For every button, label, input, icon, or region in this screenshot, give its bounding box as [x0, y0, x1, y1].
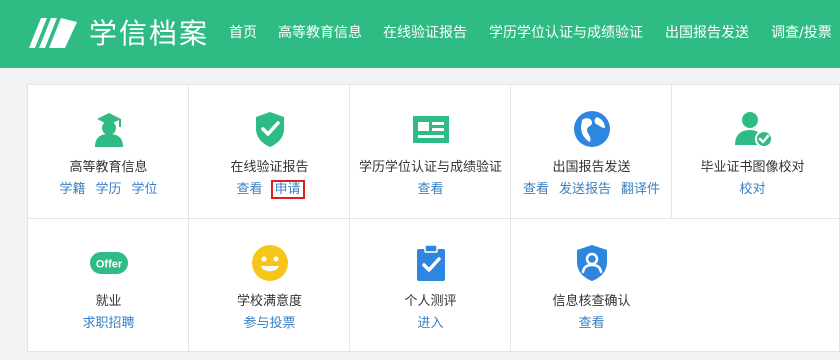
card-links: 查看 — [350, 181, 511, 199]
link-view[interactable]: 查看 — [236, 182, 262, 197]
card-links: 查看 发送报告 翻译件 — [511, 181, 672, 199]
id-card-icon — [412, 116, 449, 143]
top-header: 学信档案 首页 高等教育信息 在线验证报告 学历学位认证与成绩验证 出国报告发送… — [0, 0, 840, 68]
services-panel: 高等教育信息 学籍 学历 学位 在线验证报告 查看 申请 学历学位认证与成绩验证 查看 — [27, 84, 840, 353]
card-title: 就业 — [95, 294, 122, 309]
card-online-verification-report: 在线验证报告 查看 申请 — [189, 85, 350, 219]
smiley-icon — [251, 245, 288, 281]
link-translation[interactable]: 翻译件 — [621, 182, 660, 197]
graduate-icon — [94, 113, 123, 147]
card-links: 参与投票 — [189, 315, 350, 333]
card-links: 求职招聘 — [28, 315, 189, 333]
nav-survey-vote[interactable]: 调查/投票 — [771, 23, 832, 43]
card-links: 查看 申请 — [189, 180, 350, 199]
nav-degree-certification[interactable]: 学历学位认证与成绩验证 — [489, 23, 643, 43]
nav-overseas-report[interactable]: 出国报告发送 — [665, 23, 749, 43]
link-view[interactable]: 查看 — [578, 316, 604, 331]
user-check-icon — [734, 112, 773, 148]
card-higher-education-info: 高等教育信息 学籍 学历 学位 — [28, 85, 189, 219]
person-shield-icon — [576, 245, 607, 281]
card-links: 查看 — [511, 315, 672, 333]
link-view[interactable]: 查看 — [417, 182, 443, 197]
card-employment: Offer 就业 求职招聘 — [28, 219, 189, 353]
link-apply-highlighted[interactable]: 申请 — [270, 180, 305, 199]
shield-check-icon — [255, 112, 284, 147]
offer-icon-text: Offer — [95, 259, 122, 271]
link-student-status[interactable]: 学籍 — [59, 182, 85, 197]
card-overseas-report: 出国报告发送 查看 发送报告 翻译件 — [511, 85, 672, 219]
link-degree[interactable]: 学位 — [132, 182, 158, 197]
link-send-report[interactable]: 发送报告 — [559, 182, 611, 197]
card-title: 在线验证报告 — [230, 160, 309, 175]
nav-online-verification-report[interactable]: 在线验证报告 — [383, 23, 467, 43]
link-view[interactable]: 查看 — [523, 182, 549, 197]
nav-higher-education-info[interactable]: 高等教育信息 — [278, 23, 362, 43]
logo-book-icon — [29, 18, 77, 48]
card-title: 毕业证书图像校对 — [700, 160, 805, 175]
card-title: 出国报告发送 — [552, 160, 631, 175]
card-title: 高等教育信息 — [69, 160, 148, 175]
card-certificate-image-check: 毕业证书图像校对 校对 — [672, 85, 833, 219]
offer-icon: Offer — [89, 252, 128, 274]
card-title: 学校满意度 — [236, 294, 302, 309]
link-vote[interactable]: 参与投票 — [243, 316, 295, 331]
link-education[interactable]: 学历 — [95, 182, 121, 197]
link-job-search[interactable]: 求职招聘 — [82, 316, 134, 331]
globe-icon — [573, 111, 610, 147]
card-degree-certification: 学历学位认证与成绩验证 查看 — [350, 85, 511, 219]
card-info-verification: 信息核查确认 查看 — [511, 219, 672, 353]
clipboard-check-icon — [416, 244, 445, 281]
card-links: 学籍 学历 学位 — [28, 181, 189, 199]
card-school-satisfaction: 学校满意度 参与投票 — [189, 219, 350, 353]
card-links: 校对 — [672, 181, 833, 199]
link-enter[interactable]: 进入 — [417, 316, 443, 331]
card-links: 进入 — [350, 315, 511, 333]
card-personal-assessment: 个人测评 进入 — [350, 219, 511, 353]
card-title: 信息核查确认 — [552, 294, 631, 309]
card-title: 个人测评 — [404, 294, 457, 309]
nav-home[interactable]: 首页 — [229, 23, 257, 43]
link-proofread[interactable]: 校对 — [739, 182, 765, 197]
brand-title: 学信档案 — [89, 17, 210, 50]
card-title: 学历学位认证与成绩验证 — [358, 160, 502, 175]
